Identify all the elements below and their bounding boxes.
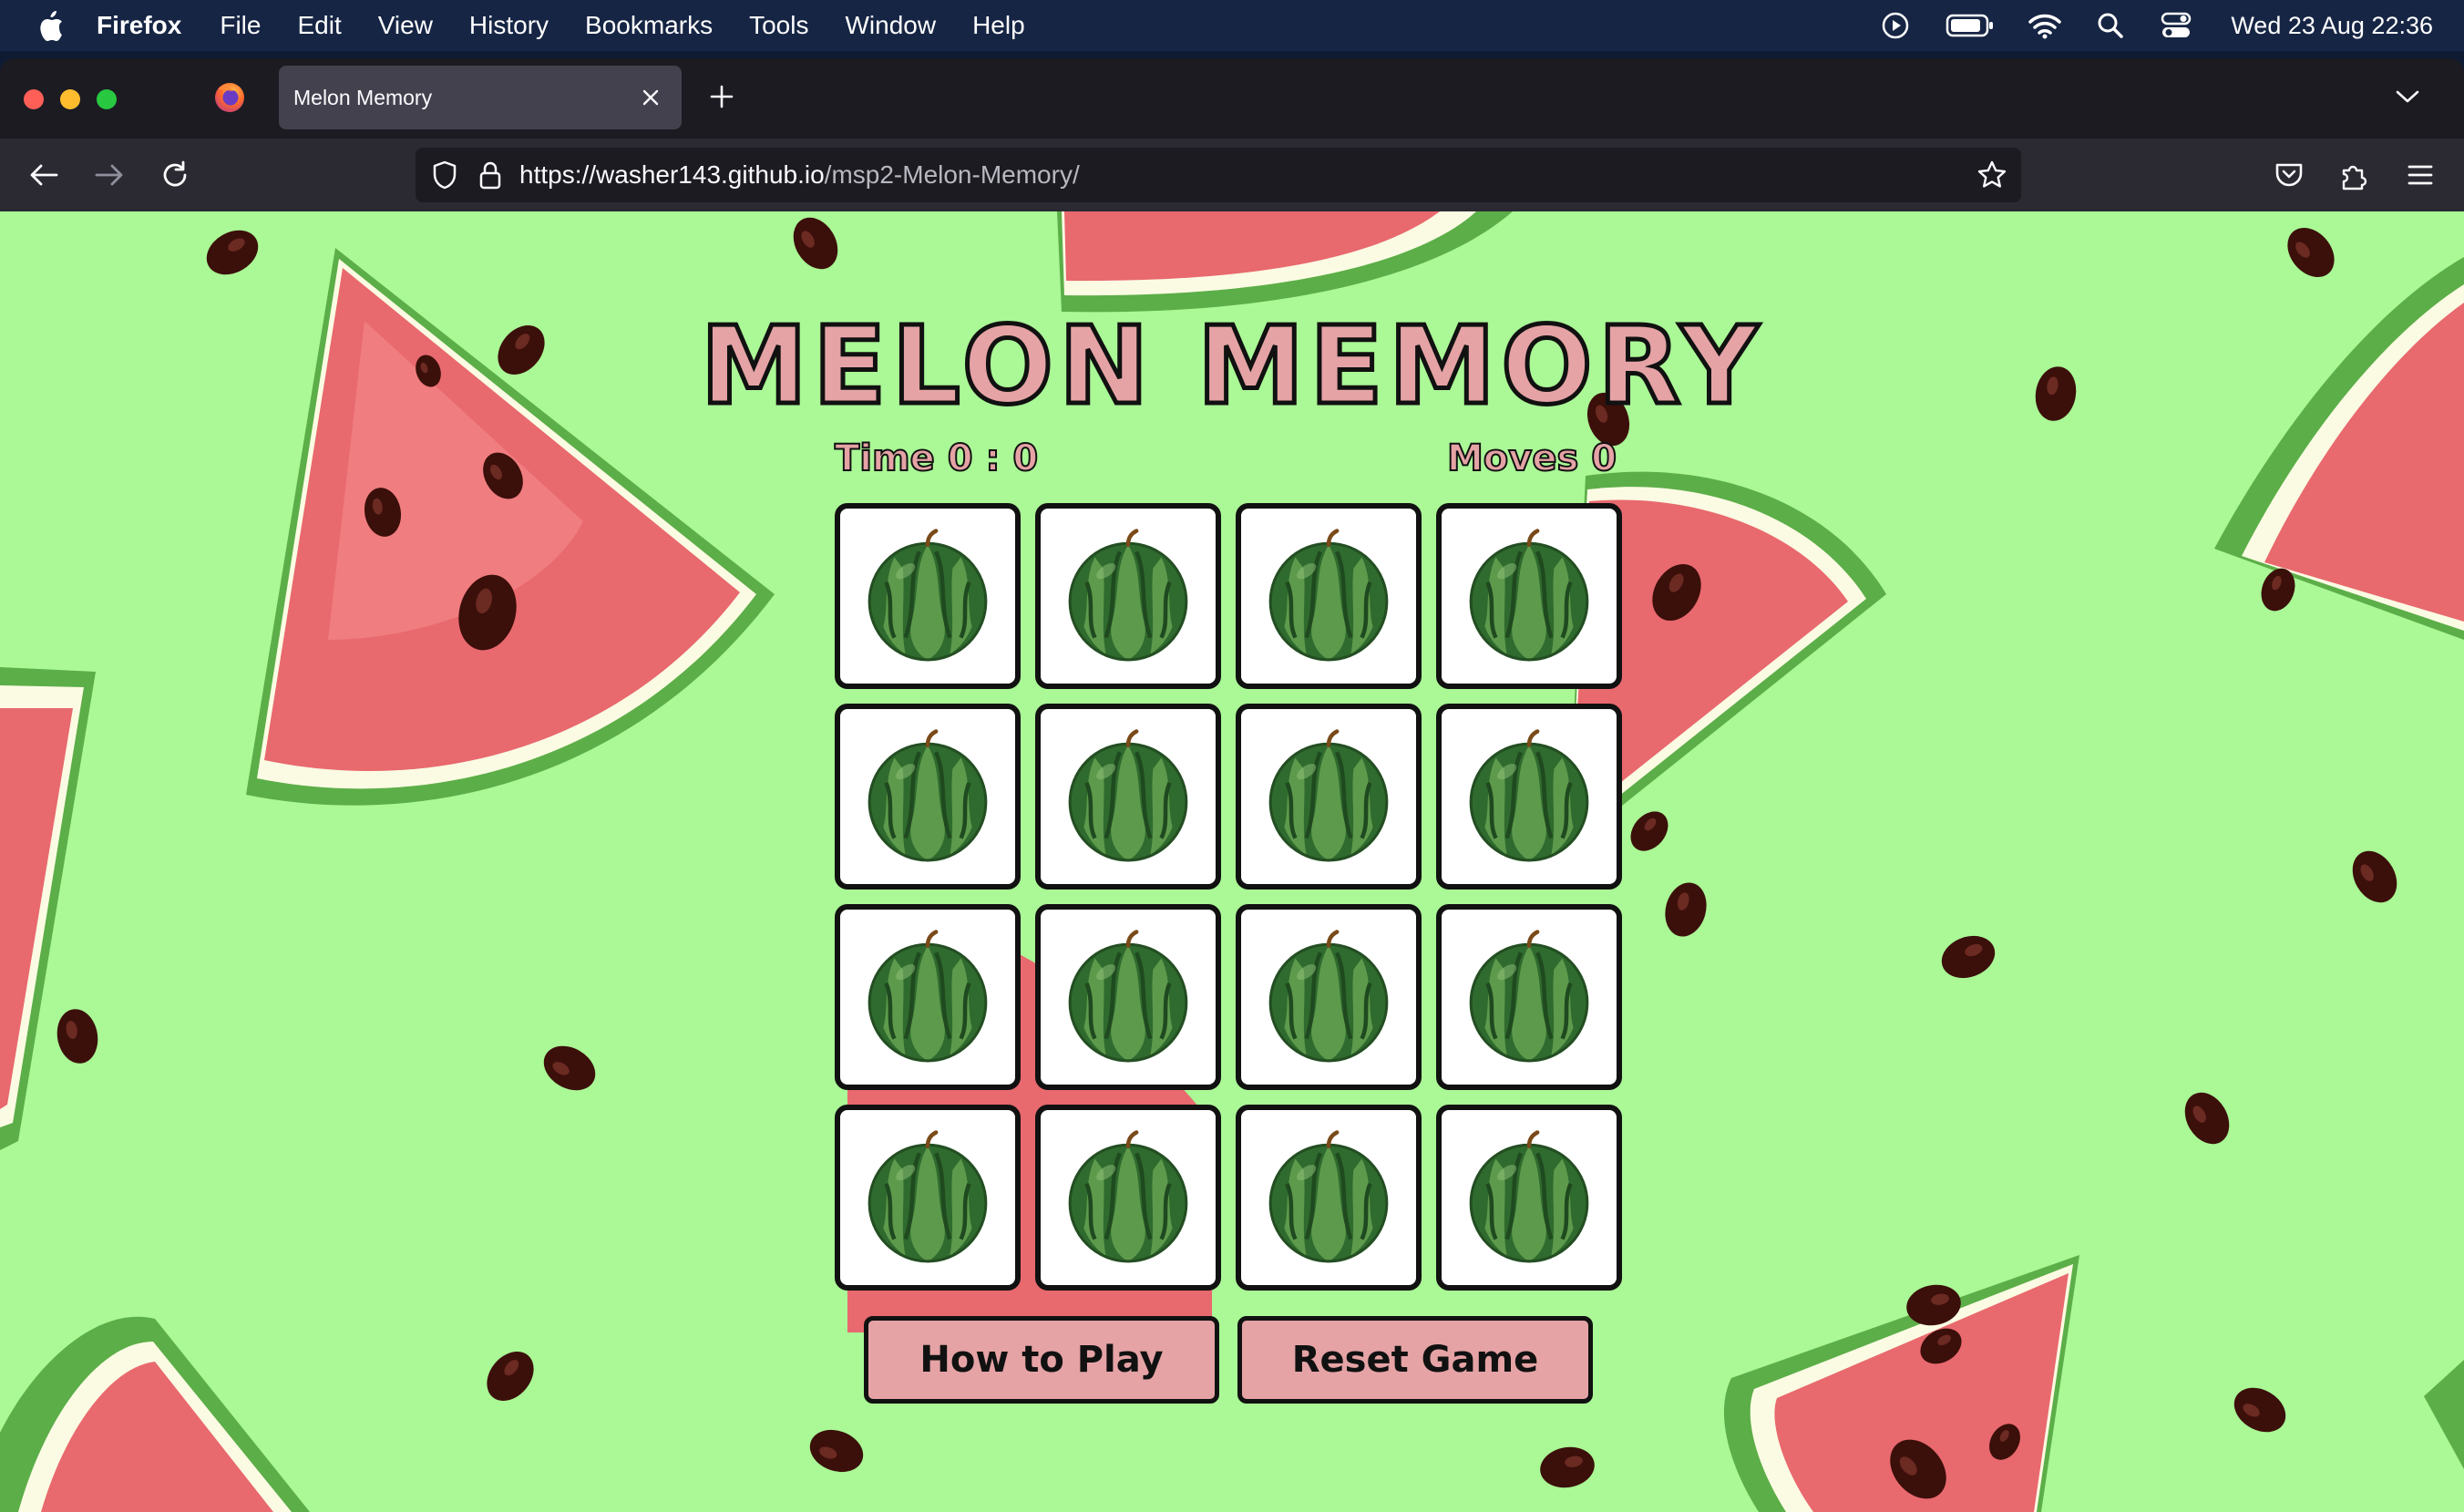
window-close-button[interactable] <box>24 89 44 109</box>
menu-help[interactable]: Help <box>972 11 1025 40</box>
battery-icon[interactable] <box>1945 9 1996 42</box>
watermelon-icon <box>1268 930 1389 1063</box>
browser-tab-strip: Melon Memory <box>0 58 2464 139</box>
watermelon-icon <box>1268 1130 1389 1263</box>
url-text[interactable]: https://washer143.github.io/msp2-Melon-M… <box>519 160 1080 190</box>
watermelon-icon <box>1068 529 1188 662</box>
bookmark-star-icon[interactable] <box>1976 159 2008 191</box>
watermelon-icon <box>868 729 988 862</box>
browser-navigation-bar: https://washer143.github.io/msp2-Melon-M… <box>0 139 2464 211</box>
watermelon-slice-decoration <box>0 1316 310 1512</box>
watermelon-icon <box>868 529 988 662</box>
watermelon-slice-decoration <box>1723 1255 2079 1512</box>
macos-menu-bar: Firefox File Edit View History Bookmarks… <box>0 0 2464 51</box>
watermelon-icon <box>1068 1130 1188 1263</box>
watermelon-slice-decoration <box>2424 1360 2464 1469</box>
tab-melon-memory[interactable]: Melon Memory <box>279 66 682 129</box>
menu-window[interactable]: Window <box>845 11 936 40</box>
memory-card[interactable] <box>1436 904 1622 1090</box>
forward-arrow-icon[interactable] <box>87 153 131 197</box>
memory-card[interactable] <box>1035 1105 1221 1291</box>
window-zoom-button[interactable] <box>97 89 117 109</box>
watermelon-icon <box>1068 729 1188 862</box>
back-arrow-icon[interactable] <box>22 153 66 197</box>
memory-card[interactable] <box>1436 1105 1622 1291</box>
memory-card[interactable] <box>1236 503 1422 689</box>
menu-edit[interactable]: Edit <box>297 11 341 40</box>
tab-title: Melon Memory <box>293 85 433 109</box>
memory-card[interactable] <box>1035 704 1221 890</box>
watermelon-icon <box>1068 930 1188 1063</box>
firefox-view-icon[interactable] <box>211 78 248 115</box>
apple-icon[interactable] <box>33 7 69 44</box>
watermelon-icon <box>1469 1130 1589 1263</box>
memory-card[interactable] <box>835 503 1021 689</box>
menu-history[interactable]: History <box>469 11 549 40</box>
moves-counter: Moves 0 <box>1446 437 1617 480</box>
control-center-icon[interactable] <box>2160 9 2192 42</box>
url-bar[interactable]: https://washer143.github.io/msp2-Melon-M… <box>416 148 2021 202</box>
watermelon-icon <box>1469 529 1589 662</box>
pocket-icon[interactable] <box>2267 153 2311 197</box>
memory-card[interactable] <box>1236 1105 1422 1291</box>
spotlight-search-icon[interactable] <box>2094 9 2127 42</box>
menu-app-firefox[interactable]: Firefox <box>97 11 181 40</box>
window-minimize-button[interactable] <box>60 89 80 109</box>
tab-close-icon[interactable] <box>632 79 669 116</box>
watermelon-icon <box>1268 529 1389 662</box>
memory-card[interactable] <box>835 1105 1021 1291</box>
memory-card[interactable] <box>1035 503 1221 689</box>
memory-card[interactable] <box>1035 904 1221 1090</box>
new-tab-plus-icon[interactable] <box>702 77 742 117</box>
menu-bookmarks[interactable]: Bookmarks <box>585 11 713 40</box>
moves-label: Moves <box>1446 437 1579 480</box>
timer-value: 0 : 0 <box>947 437 1040 480</box>
watermelon-icon <box>868 930 988 1063</box>
memory-card[interactable] <box>835 704 1021 890</box>
memory-card[interactable] <box>1236 704 1422 890</box>
how-to-play-button[interactable]: How to Play <box>864 1316 1219 1404</box>
watermelon-icon <box>1469 729 1589 862</box>
watermelon-icon <box>1469 930 1589 1063</box>
memory-card-grid <box>835 503 1629 1298</box>
moves-value: 0 <box>1590 437 1617 480</box>
game-title: MELON MEMORY <box>698 301 1764 431</box>
list-all-tabs-chevron-icon[interactable] <box>2389 78 2426 115</box>
now-playing-icon[interactable] <box>1879 9 1912 42</box>
memory-card[interactable] <box>1236 904 1422 1090</box>
extensions-puzzle-icon[interactable] <box>2333 153 2377 197</box>
wifi-icon[interactable] <box>2028 9 2062 42</box>
reset-game-button[interactable]: Reset Game <box>1237 1316 1593 1404</box>
menu-view[interactable]: View <box>378 11 433 40</box>
memory-card[interactable] <box>1436 503 1622 689</box>
timer-label: Time <box>834 437 936 480</box>
melon-memory-page: MELON MEMORY Time 0 : 0 Moves 0 How to P… <box>0 211 2464 1512</box>
menubar-clock[interactable]: Wed 23 Aug 22:36 <box>2231 12 2433 40</box>
url-path: /msp2-Melon-Memory/ <box>824 160 1080 189</box>
watermelon-icon <box>1268 729 1389 862</box>
tracking-protection-shield-icon[interactable] <box>428 159 461 191</box>
watermelon-slice-decoration <box>1057 211 1513 313</box>
hamburger-menu-icon[interactable] <box>2398 153 2442 197</box>
watermelon-slice-decoration <box>0 667 96 1150</box>
memory-card[interactable] <box>835 904 1021 1090</box>
memory-card[interactable] <box>1436 704 1622 890</box>
watermelon-icon <box>868 1130 988 1263</box>
menu-tools[interactable]: Tools <box>749 11 808 40</box>
reload-icon[interactable] <box>153 153 197 197</box>
lock-icon[interactable] <box>476 159 505 191</box>
menu-file[interactable]: File <box>220 11 261 40</box>
url-host: https://washer143.github.io <box>519 160 825 189</box>
timer-display: Time 0 : 0 <box>834 437 1040 480</box>
